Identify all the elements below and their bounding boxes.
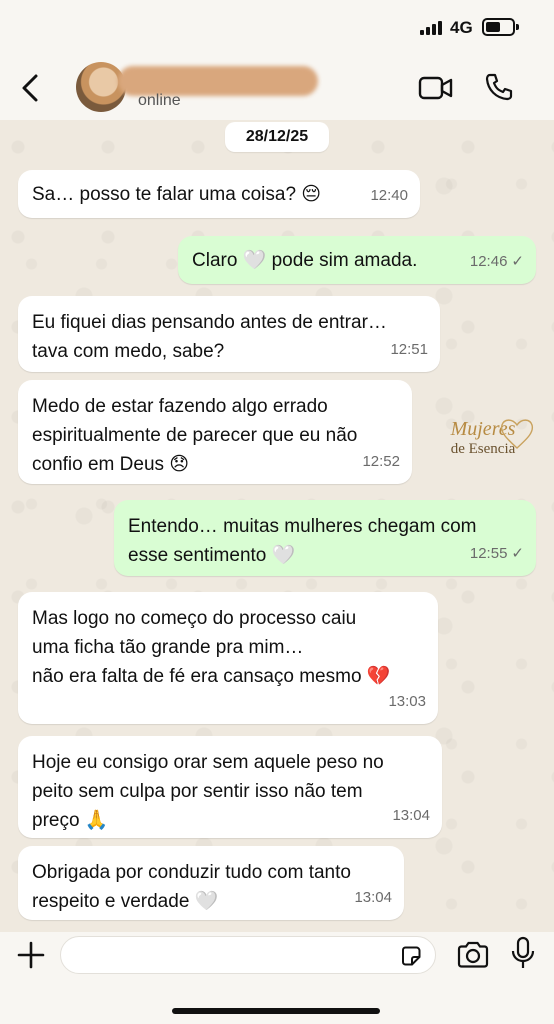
message-bubble-incoming[interactable]: Mas logo no começo do processo caiu uma …	[18, 592, 438, 724]
message-bubble-incoming[interactable]: Hoje eu consigo orar sem aquele peso no …	[18, 736, 442, 838]
camera-icon[interactable]	[456, 940, 490, 970]
watermark-logo: Mujeres de Esencia	[428, 418, 538, 474]
message-text: Sa… posso te falar uma coisa? 😔	[32, 184, 322, 205]
message-line: respeito e verdade 🤍	[32, 891, 219, 912]
message-line: confio em Deus 😞	[32, 454, 190, 475]
status-bar: 4G	[0, 0, 554, 56]
message-time: 13:03	[388, 693, 426, 710]
message-line: tava com medo, sabe?	[32, 341, 225, 362]
date-chip: 28/12/25	[225, 122, 329, 152]
read-tick-icon: ✓	[511, 545, 524, 562]
message-line: Obrigada por conduzir tudo com tanto	[32, 862, 351, 883]
phone-call-icon[interactable]	[484, 72, 514, 102]
message-line: esse sentimento 🤍	[128, 545, 296, 566]
message-time: 12:46 ✓	[469, 253, 524, 270]
message-line: peito sem culpa por sentir isso não tem	[32, 781, 363, 802]
message-line: Hoje eu consigo orar sem aquele peso no	[32, 752, 384, 773]
back-chevron-icon[interactable]	[18, 72, 46, 104]
heart-outline-icon	[500, 419, 534, 449]
microphone-icon[interactable]	[510, 936, 536, 970]
message-time: 13:04	[392, 807, 430, 824]
message-bubble-incoming[interactable]: Obrigada por conduzir tudo com tanto res…	[18, 846, 404, 920]
message-bubble-outgoing[interactable]: Claro 🤍 pode sim amada. 12:46 ✓	[178, 236, 536, 284]
battery-icon	[482, 18, 519, 36]
message-time: 13:04	[354, 889, 392, 906]
message-bubble-incoming[interactable]: Medo de estar fazendo algo errado espiri…	[18, 380, 412, 484]
message-line: Medo de estar fazendo algo errado	[32, 396, 328, 417]
message-time: 12:40	[370, 187, 408, 204]
message-time: 12:51	[390, 341, 428, 358]
message-bubble-incoming[interactable]: Sa… posso te falar uma coisa? 😔 12:40	[18, 170, 420, 218]
composer-bar	[0, 932, 554, 1024]
network-label: 4G	[450, 18, 473, 37]
message-bubble-outgoing[interactable]: Entendo… muitas mulheres chegam com esse…	[114, 500, 536, 576]
home-indicator	[172, 1008, 380, 1014]
signal-icon	[420, 21, 442, 35]
message-line: Eu fiquei dias pensando antes de entrar…	[32, 312, 387, 333]
message-bubble-incoming[interactable]: Eu fiquei dias pensando antes de entrar……	[18, 296, 440, 372]
contact-status: online	[138, 92, 181, 109]
message-line: preço 🙏	[32, 810, 109, 831]
sticker-icon[interactable]	[399, 944, 423, 968]
chat-header: online	[0, 56, 554, 120]
plus-icon[interactable]	[16, 940, 46, 970]
message-line: espiritualmente de parecer que eu não	[32, 425, 358, 446]
video-call-icon[interactable]	[418, 74, 454, 102]
read-tick-icon: ✓	[511, 253, 524, 270]
message-line: Entendo… muitas mulheres chegam com	[128, 516, 477, 537]
message-input[interactable]	[60, 936, 436, 974]
message-line: não era falta de fé era cansaço mesmo 💔	[32, 666, 391, 687]
message-line: uma ficha tão grande pra mim…	[32, 637, 304, 658]
message-time: 12:52	[362, 453, 400, 470]
message-time: 12:55 ✓	[469, 545, 524, 562]
message-line: Mas logo no começo do processo caiu	[32, 608, 357, 629]
